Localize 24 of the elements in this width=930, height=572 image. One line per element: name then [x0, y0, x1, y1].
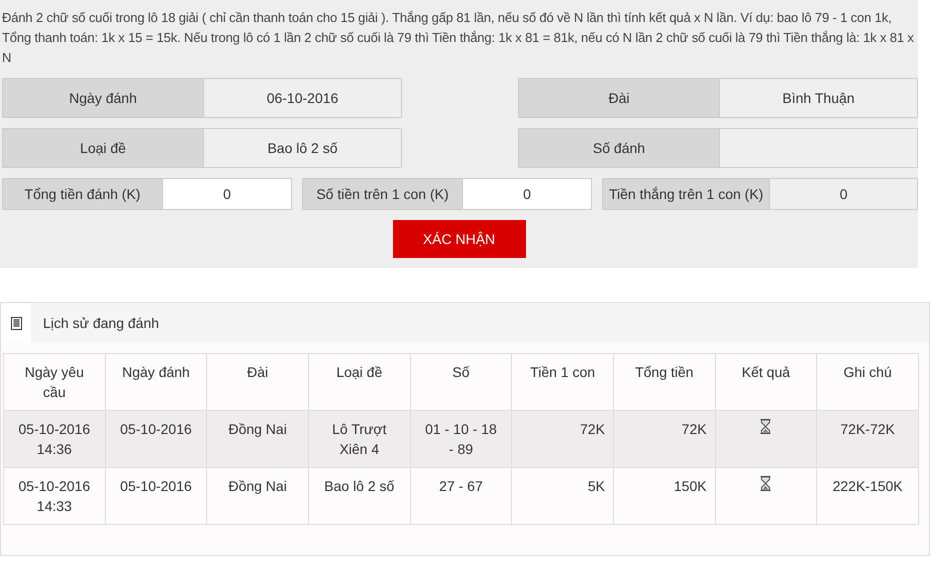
table-row[interactable]: 05-10-2016 14:36 05-10-2016 Đồng Nai Lô Trượt Xiên 4 01 - 10 - 18 - 89 72K 72K 72K-72K [4, 410, 918, 468]
table-cell: 05-10-2016 14:36 [4, 410, 106, 468]
table-cell: Đồng Nai [206, 468, 308, 524]
column-header: Ngày yêu cầu [4, 354, 106, 410]
table-cell: 27 - 67 [410, 468, 512, 524]
table-cell: Đồng Nai [206, 410, 308, 468]
field-label: Tiền thắng trên 1 con (K) [603, 179, 770, 209]
confirm-button[interactable]: XÁC NHẬN [392, 220, 526, 258]
table-cell: 72K-72K [816, 410, 918, 468]
history-title: Lịch sử đang đánh [42, 314, 160, 333]
table-cell: 05-10-2016 14:33 [4, 468, 106, 524]
table-cell: 222K-150K [816, 468, 918, 524]
document-icon [10, 316, 22, 330]
table-cell: 01 - 10 - 18 - 89 [410, 410, 512, 468]
table-cell: Bao lô 2 số [308, 468, 410, 524]
table-cell: 72K [512, 410, 614, 468]
table-cell: 05-10-2016 [105, 410, 207, 468]
intro-text: Đánh 2 chữ số cuối trong lô 18 giải ( chỉ cần thanh toán cho 15 giải ). Thắng gấp 81 lần, nếu số đó về N lần thì tính kết quả x N lần. Ví dụ: bao lô 79 - 1 con 1k, Tổng thanh toán: 1k x 15 = 15k. Nếu trong lô có 1 lần 2 chữ số cuối là 79 thì Tiền thắng: 1k x 81 = 81k, nếu có N lần 2 chữ số cuối là 79 thì Tiền thắng là: 1k x 81 x N [2, 9, 915, 67]
table-cell: Lô Trượt Xiên 4 [308, 410, 410, 468]
table-cell: 05-10-2016 [105, 468, 207, 524]
table-cell: 72K [613, 410, 716, 468]
table-cell: 5K [512, 468, 614, 524]
table-row[interactable]: 05-10-2016 14:33 05-10-2016 Đồng Nai Bao lô 2 số 27 - 67 5K 150K 222K-150K [4, 468, 918, 524]
table-cell: 150K [613, 468, 716, 524]
